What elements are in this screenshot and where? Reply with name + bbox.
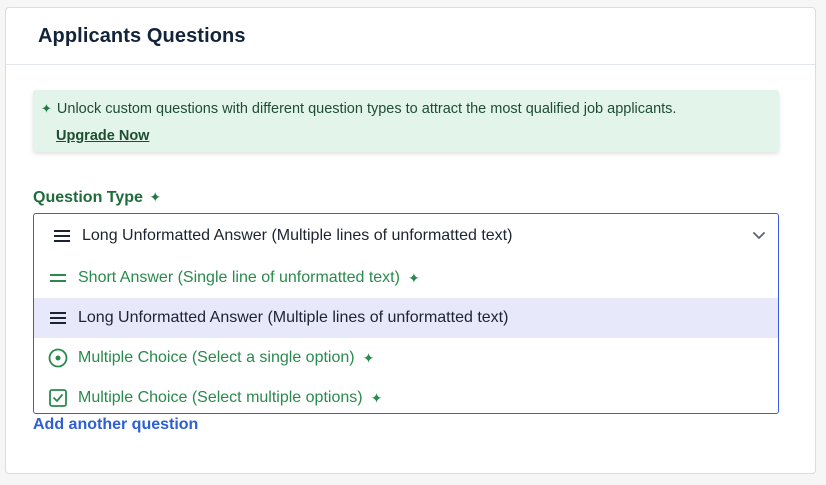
long-lines-icon: [54, 230, 70, 242]
add-another-question-link[interactable]: Add another question: [33, 416, 198, 434]
chevron-down-icon[interactable]: [752, 228, 766, 242]
sparkle-icon: ✦: [407, 269, 420, 286]
sparkle-icon: ✦: [362, 349, 375, 366]
selected-value: Long Unformatted Answer (Multiple lines …: [82, 227, 513, 244]
option-long-unformatted[interactable]: Long Unformatted Answer (Multiple lines …: [34, 298, 778, 338]
sparkle-icon: ✦: [41, 101, 52, 116]
banner-text: Unlock custom questions with different q…: [56, 101, 677, 117]
option-label: Multiple Choice (Select a single option): [78, 349, 355, 366]
checkbox-icon: [48, 388, 68, 408]
option-multiple-choice-multi[interactable]: Multiple Choice (Select multiple options…: [34, 378, 778, 413]
long-lines-icon: [48, 308, 68, 328]
card-header: Applicants Questions: [6, 8, 815, 65]
question-type-label: Question Type ✦: [33, 189, 161, 207]
question-type-label-text: Question Type: [33, 189, 143, 206]
banner-message: ✦ Unlock custom questions with different…: [41, 100, 771, 118]
question-type-dropdown[interactable]: Long Unformatted Answer (Multiple lines …: [33, 213, 779, 414]
sparkle-icon: ✦: [149, 189, 162, 205]
short-lines-icon: [48, 268, 68, 288]
option-label: Long Unformatted Answer (Multiple lines …: [78, 309, 509, 326]
option-label: Short Answer (Single line of unformatted…: [78, 269, 400, 286]
upgrade-now-link[interactable]: Upgrade Now: [56, 128, 149, 144]
sparkle-icon: ✦: [370, 389, 383, 406]
question-type-select[interactable]: Long Unformatted Answer (Multiple lines …: [34, 214, 778, 258]
upgrade-banner: ✦ Unlock custom questions with different…: [33, 90, 779, 152]
option-short-answer[interactable]: Short Answer (Single line of unformatted…: [34, 258, 778, 298]
option-label: Multiple Choice (Select multiple options…: [78, 389, 363, 406]
radio-icon: [48, 348, 68, 368]
card-title: Applicants Questions: [38, 24, 246, 47]
option-multiple-choice-single[interactable]: Multiple Choice (Select a single option)…: [34, 338, 778, 378]
